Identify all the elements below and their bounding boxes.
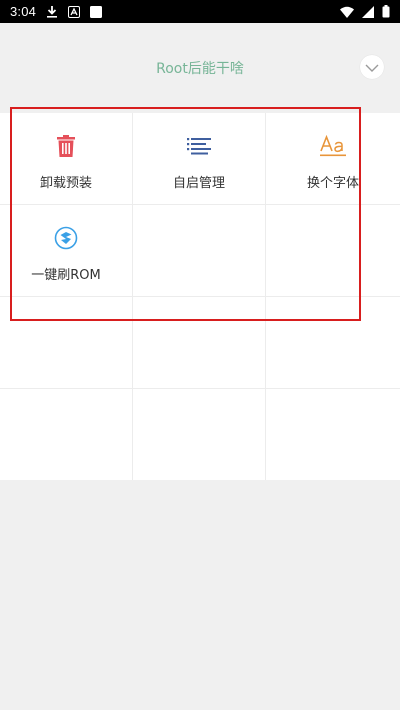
- app-header: Root后能干啥: [0, 23, 400, 113]
- download-icon: [46, 5, 58, 18]
- grid-item-label: 自启管理: [172, 176, 225, 191]
- signal-icon: [362, 5, 374, 18]
- grid-item-empty: [0, 389, 133, 480]
- grid-item-empty: [133, 205, 266, 297]
- grid-item-empty: [133, 389, 266, 480]
- status-left: 3:04: [10, 4, 103, 19]
- feature-grid: 卸载预装 自启管理 换个字体 一键刷ROM: [0, 113, 400, 480]
- grid-item-label: 卸载预装: [39, 176, 92, 191]
- grid-item-empty: [266, 389, 400, 480]
- grid-item-label: 一键刷ROM: [31, 268, 101, 283]
- grid-item-flash-rom[interactable]: 一键刷ROM: [0, 205, 133, 297]
- grid-item-change-font[interactable]: 换个字体: [266, 113, 400, 205]
- status-bar: 3:04: [0, 0, 400, 23]
- status-time: 3:04: [10, 4, 37, 19]
- trash-icon: [57, 135, 75, 161]
- dropdown-button[interactable]: [360, 55, 384, 79]
- font-aa-icon: [320, 134, 346, 161]
- chevron-down-icon: [365, 58, 379, 77]
- list-icon: [187, 137, 211, 159]
- grid-item-label: 换个字体: [306, 176, 359, 191]
- page-title: Root后能干啥: [156, 61, 244, 77]
- battery-icon: [382, 5, 390, 18]
- grid-item-empty: [266, 297, 400, 389]
- wifi-icon: [340, 6, 354, 18]
- grid-item-autostart-manager[interactable]: 自启管理: [133, 113, 266, 205]
- grid-item-empty: [133, 297, 266, 389]
- status-right: [340, 5, 390, 18]
- grid-item-empty: [0, 297, 133, 389]
- notification-a-icon: [68, 5, 81, 18]
- rom-shield-icon: [54, 226, 78, 254]
- square-icon: [90, 5, 103, 18]
- grid-item-uninstall-preinstalled[interactable]: 卸载预装: [0, 113, 133, 205]
- grid-item-empty: [266, 205, 400, 297]
